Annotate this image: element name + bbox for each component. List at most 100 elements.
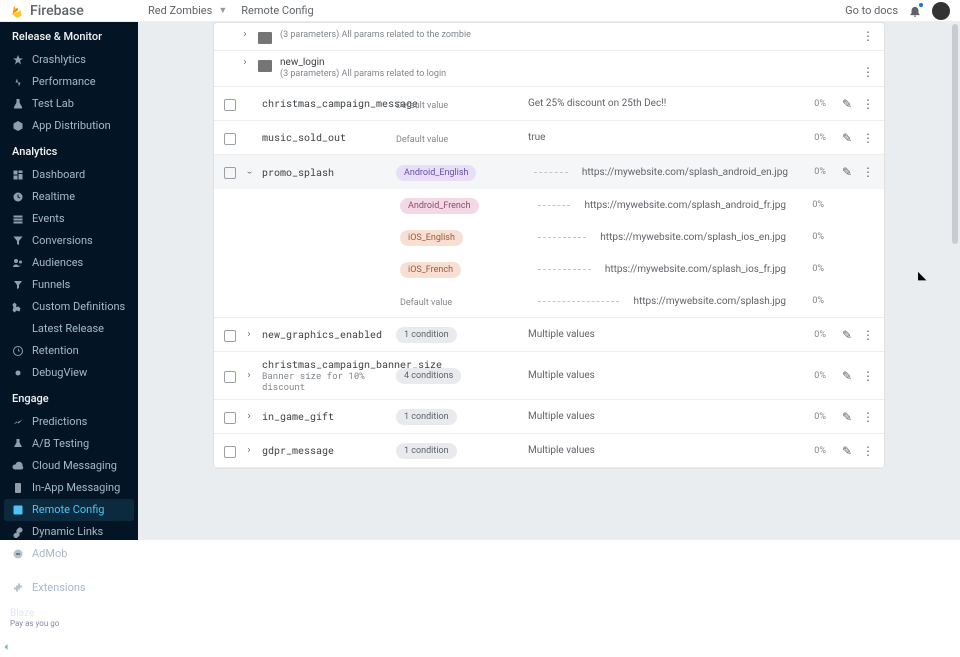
fetch-pct: 0%: [794, 232, 824, 242]
sidebar-item-admob[interactable]: AdMob: [0, 543, 138, 565]
sidebar-item-custom-definitions[interactable]: Custom Definitions: [0, 296, 138, 318]
expand-icon[interactable]: ›: [244, 411, 254, 422]
sidebar-item-app-distribution[interactable]: App Distribution: [0, 115, 138, 137]
sidebar-item-extensions[interactable]: Extensions: [0, 577, 138, 599]
expand-icon[interactable]: ›: [244, 329, 254, 340]
condition-count-chip[interactable]: 1 condition: [396, 327, 457, 343]
condition-chip[interactable]: Android_English: [396, 165, 476, 181]
edit-icon[interactable]: ✎: [842, 369, 852, 383]
default-value-label: Default value: [396, 135, 448, 145]
sidebar-item-a-b-testing[interactable]: A/B Testing: [0, 433, 138, 455]
row-menu-icon[interactable]: ⋮: [862, 65, 874, 79]
condition-chip[interactable]: iOS_English: [400, 230, 463, 246]
notifications-icon[interactable]: [908, 4, 922, 18]
expand-icon[interactable]: ›: [240, 29, 250, 40]
sidebar-item-conversions[interactable]: Conversions: [0, 230, 138, 252]
row-menu-icon[interactable]: ⋮: [862, 410, 874, 424]
param-row[interactable]: ›christmas_campaign_messageDefault value…: [214, 87, 884, 121]
app-distribution-icon: [12, 120, 24, 132]
condition-count-chip[interactable]: 1 condition: [396, 443, 457, 459]
edit-icon[interactable]: ✎: [842, 165, 852, 179]
row-menu-icon[interactable]: ⋮: [862, 165, 874, 179]
sidebar-item-label: Events: [32, 212, 65, 226]
param-row[interactable]: ›gdpr_message1 conditionMultiple values0…: [214, 434, 884, 468]
condition-count-chip[interactable]: 1 condition: [396, 409, 457, 425]
param-value: Multiple values: [528, 329, 788, 340]
sidebar-item-label: Dashboard: [32, 168, 85, 182]
sidebar-item-label: Remote Config: [32, 503, 104, 517]
sidebar-item-cloud-messaging[interactable]: Cloud Messaging: [0, 455, 138, 477]
row-menu-icon[interactable]: ⋮: [862, 369, 874, 383]
edit-icon[interactable]: ✎: [842, 444, 852, 458]
condition-count-chip[interactable]: 4 conditions: [396, 368, 461, 384]
edit-icon[interactable]: ✎: [842, 97, 852, 111]
sidebar-item-realtime[interactable]: Realtime: [0, 186, 138, 208]
scrollbar[interactable]: [952, 24, 958, 244]
modify-plan-link[interactable]: Modify: [97, 613, 128, 624]
checkbox[interactable]: [224, 412, 236, 424]
group-desc: (3 parameters) All params related to log…: [280, 68, 446, 80]
sidebar-item-events[interactable]: Events: [0, 208, 138, 230]
sidebar-item-dashboard[interactable]: Dashboard: [0, 164, 138, 186]
row-menu-icon[interactable]: ⋮: [862, 29, 874, 43]
caret-down-icon: ▼: [218, 5, 227, 16]
param-row[interactable]: ›in_game_gift1 conditionMultiple values0…: [214, 400, 884, 434]
go-to-docs-link[interactable]: Go to docs: [845, 4, 898, 17]
sidebar-item-label: Custom Definitions: [32, 300, 125, 314]
folder-icon: [258, 60, 272, 72]
sidebar-item-crashlytics[interactable]: Crashlytics: [0, 49, 138, 71]
audiences-icon: [12, 257, 24, 269]
param-row[interactable]: ›christmas_campaign_banner_sizeBanner si…: [214, 352, 884, 400]
sidebar-item-audiences[interactable]: Audiences: [0, 252, 138, 274]
sidebar-item-debugview[interactable]: DebugView: [0, 362, 138, 384]
debugview-icon: [12, 367, 24, 379]
param-name: gdpr_message: [262, 444, 388, 457]
param-value: https://mywebsite.com/splash_ios_en.jpg: [600, 232, 786, 243]
remote-config-icon: [12, 504, 24, 516]
sidebar-item-test-lab[interactable]: Test Lab: [0, 93, 138, 115]
sidebar: Release & Monitor CrashlyticsPerformance…: [0, 22, 138, 540]
checkbox[interactable]: [224, 167, 236, 179]
sidebar-item-latest-release[interactable]: Latest Release: [0, 318, 138, 340]
latest-release-icon: [12, 323, 24, 335]
expand-icon[interactable]: ›: [244, 370, 254, 381]
sidebar-item-funnels[interactable]: Funnels: [0, 274, 138, 296]
checkbox[interactable]: [224, 371, 236, 383]
checkbox[interactable]: [224, 133, 236, 145]
sidebar-item-label: Crashlytics: [32, 53, 86, 67]
param-group-row[interactable]: › new_login (3 parameters) All params re…: [214, 51, 884, 87]
sidebar-item-retention[interactable]: Retention: [0, 340, 138, 362]
project-selector[interactable]: Red Zombies ▼: [148, 4, 227, 17]
collapse-icon[interactable]: ›: [244, 167, 255, 177]
param-row[interactable]: ›new_graphics_enabled1 conditionMultiple…: [214, 318, 884, 352]
sidebar-item-in-app-messaging[interactable]: In-App Messaging: [0, 477, 138, 499]
expand-icon[interactable]: ›: [240, 57, 250, 68]
avatar[interactable]: [932, 2, 950, 20]
edit-icon[interactable]: ✎: [842, 131, 852, 145]
checkbox[interactable]: [224, 446, 236, 458]
param-value: Multiple values: [528, 445, 788, 456]
condition-chip[interactable]: iOS_French: [400, 262, 461, 278]
condition-chip[interactable]: Android_French: [400, 198, 479, 214]
sidebar-item-performance[interactable]: Performance: [0, 71, 138, 93]
param-row[interactable]: ›music_sold_outDefault valuetrue0%✎⋮: [214, 121, 884, 155]
firebase-logo[interactable]: Firebase: [10, 3, 138, 19]
sidebar-item-remote-config[interactable]: Remote Config: [4, 499, 134, 521]
row-menu-icon[interactable]: ⋮: [862, 97, 874, 111]
test-lab-icon: [12, 98, 24, 110]
row-menu-icon[interactable]: ⋮: [862, 131, 874, 145]
collapse-sidebar[interactable]: [0, 636, 138, 657]
sidebar-item-label: Predictions: [32, 415, 87, 429]
expand-icon[interactable]: ›: [244, 445, 254, 456]
checkbox[interactable]: [224, 330, 236, 342]
param-group-row[interactable]: › (3 parameters) All params related to t…: [214, 23, 884, 51]
row-menu-icon[interactable]: ⋮: [862, 444, 874, 458]
edit-icon[interactable]: ✎: [842, 410, 852, 424]
param-row-expanded: › promo_splash Android_English https://m…: [214, 155, 884, 318]
row-menu-icon[interactable]: ⋮: [862, 328, 874, 342]
checkbox[interactable]: [224, 99, 236, 111]
sidebar-item-predictions[interactable]: Predictions: [0, 411, 138, 433]
realtime-icon: [12, 191, 24, 203]
edit-icon[interactable]: ✎: [842, 328, 852, 342]
breadcrumb: Remote Config: [241, 4, 313, 17]
